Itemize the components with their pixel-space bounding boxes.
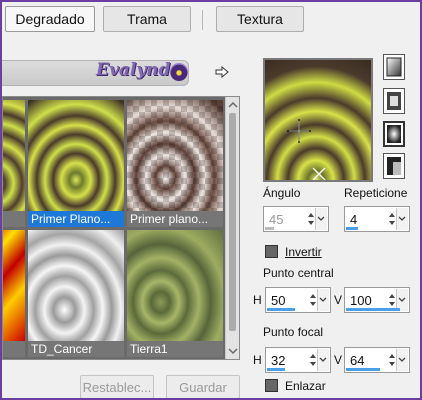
chevron-down-icon — [319, 357, 327, 362]
reset-button[interactable]: Restablec... — [80, 375, 154, 398]
scroll-up-icon[interactable] — [226, 99, 240, 111]
gradient-thumbnail[interactable]: Tierra1 — [127, 230, 223, 357]
dropdown-button[interactable] — [396, 208, 408, 230]
gradient-thumbnail[interactable]: ... — [3, 100, 25, 227]
center-h-value: 50 — [271, 293, 286, 308]
linear-style-icon — [386, 57, 402, 77]
gradient-preview — [3, 230, 25, 341]
focal-h-stepper[interactable]: 32 — [265, 347, 331, 373]
library-scrollbar[interactable] — [225, 97, 240, 359]
dropdown-button[interactable] — [317, 349, 329, 371]
radial-style-button[interactable] — [383, 153, 405, 179]
value-bar — [267, 368, 285, 371]
chevron-down-icon — [319, 297, 327, 302]
chevron-down-icon — [317, 216, 325, 221]
center-h-stepper[interactable]: 50 — [265, 287, 331, 313]
logo-text: Evalynda — [96, 60, 182, 80]
center-v-value: 100 — [350, 293, 372, 308]
center-v-stepper[interactable]: 100 — [344, 287, 410, 313]
sunburst-style-icon — [387, 125, 401, 143]
thumbnail-caption: Primer plano... — [127, 211, 223, 227]
spin-arrows-icon[interactable] — [388, 353, 396, 367]
center-h-label: H — [253, 293, 262, 307]
gradient-preview-large[interactable] — [263, 58, 373, 182]
center-point-label: Punto central — [263, 266, 334, 280]
linear-style-button[interactable] — [383, 54, 405, 80]
link-checkbox[interactable] — [265, 379, 278, 392]
spin-arrows-icon[interactable] — [307, 212, 315, 226]
sunburst-style-button[interactable] — [383, 121, 405, 147]
thumbnail-caption: Tierra1 — [127, 341, 223, 357]
gradient-preview — [3, 100, 25, 211]
chevron-down-icon — [398, 216, 406, 221]
reset-label: Restablec... — [82, 379, 152, 395]
tab-textura[interactable]: Textura — [216, 6, 304, 32]
thumbnail-caption: TD_Cancer — [28, 341, 124, 357]
gradient-preview — [127, 230, 223, 341]
gradient-thumbnail[interactable]: ... — [3, 230, 25, 357]
value-bar — [267, 308, 295, 311]
focal-v-stepper[interactable]: 64 — [344, 347, 410, 373]
radial-style-icon — [387, 157, 401, 175]
link-label: Enlazar — [285, 379, 326, 393]
invert-label: Invertir — [285, 245, 322, 259]
gradient-library-grid: ... Primer Plano... — [2, 96, 240, 360]
chevron-down-icon — [398, 357, 406, 362]
gradient-dialog: Degradado Trama Textura Evalynda ... — [0, 0, 422, 400]
invert-checkbox[interactable] — [265, 245, 278, 258]
tab-divider — [202, 10, 203, 30]
tab-trama[interactable]: Trama — [103, 6, 191, 32]
center-v-label: V — [334, 293, 343, 307]
focal-h-label: H — [253, 353, 262, 367]
scrollbar-thumb[interactable] — [229, 113, 236, 331]
focal-point-label: Punto focal — [263, 325, 324, 339]
tab-label: Textura — [237, 11, 283, 27]
value-bar — [346, 227, 358, 230]
focal-v-label: V — [334, 353, 343, 367]
repeats-stepper[interactable]: 4 — [344, 206, 410, 232]
tab-label: Degradado — [15, 11, 85, 27]
value-bar — [265, 227, 274, 230]
value-bar — [346, 308, 400, 311]
thumbnail-caption: ... — [3, 211, 25, 227]
repeats-value: 4 — [350, 212, 358, 227]
rectangular-style-icon — [387, 92, 401, 110]
rectangular-style-button[interactable] — [383, 88, 405, 114]
dropdown-button[interactable] — [317, 289, 329, 311]
spin-arrows-icon[interactable] — [388, 293, 396, 307]
gradient-thumbnail[interactable]: Primer plano... — [127, 100, 223, 227]
thumbnail-caption: Primer Plano... — [28, 211, 124, 227]
chevron-down-icon — [398, 297, 406, 302]
save-label: Guardar — [179, 379, 227, 395]
focal-h-value: 32 — [271, 353, 286, 368]
pansy-icon — [170, 63, 188, 81]
angle-label: Ángulo — [263, 186, 301, 200]
save-button[interactable]: Guardar — [166, 375, 240, 398]
crosshair-icon[interactable] — [286, 118, 312, 144]
gradient-preview — [127, 100, 223, 211]
focal-v-value: 64 — [350, 353, 365, 368]
value-bar — [346, 368, 380, 371]
spin-arrows-icon[interactable] — [309, 293, 317, 307]
gradient-preview-canvas — [265, 60, 371, 180]
angle-value: 45 — [269, 212, 284, 227]
scroll-down-icon[interactable] — [226, 345, 240, 357]
tab-degradado[interactable]: Degradado — [5, 6, 95, 32]
dropdown-button[interactable] — [315, 208, 327, 230]
angle-stepper[interactable]: 45 — [263, 206, 329, 232]
arrow-right-icon[interactable] — [215, 66, 229, 78]
center-x-icon[interactable] — [311, 166, 327, 182]
gradient-preview — [28, 230, 124, 341]
thumbnail-caption: ... — [3, 341, 25, 357]
tab-label: Trama — [127, 11, 167, 27]
watermark-logo: Evalynda — [96, 60, 181, 80]
repeats-label: Repeticione — [344, 186, 408, 200]
gradient-thumbnail[interactable]: Primer Plano... — [28, 100, 124, 227]
gradient-thumbnail[interactable]: TD_Cancer — [28, 230, 124, 357]
gradient-preview — [28, 100, 124, 211]
spin-arrows-icon[interactable] — [388, 212, 396, 226]
spin-arrows-icon[interactable] — [309, 353, 317, 367]
dropdown-button[interactable] — [396, 349, 408, 371]
